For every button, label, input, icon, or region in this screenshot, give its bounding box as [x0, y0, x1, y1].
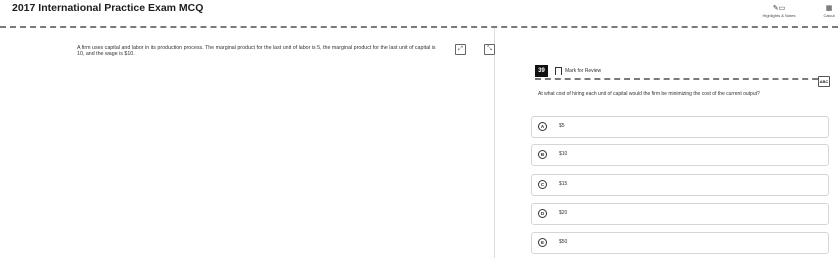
mark-for-review-label: Mark for Review: [565, 68, 602, 74]
choice-letter: B: [538, 150, 547, 159]
passage-pane: [0, 28, 494, 258]
calculator-label: Calcul: [823, 13, 835, 18]
answer-choice-d[interactable]: D $20: [531, 203, 829, 225]
choice-letter: C: [538, 180, 547, 189]
question-stem: At what cost of hiring each unit of capi…: [538, 91, 760, 97]
answer-choice-e[interactable]: E $50: [531, 232, 829, 254]
pane-divider[interactable]: [494, 28, 495, 258]
calculator-icon: ▦: [825, 5, 833, 12]
option-eliminator-button[interactable]: ABC: [818, 76, 830, 87]
calculator-button[interactable]: ▦ Calcul: [818, 5, 838, 18]
bookmark-icon: [555, 67, 562, 75]
choice-letter: A: [538, 122, 547, 131]
choice-letter: E: [538, 238, 547, 247]
expand-left-icon[interactable]: ⤢: [455, 44, 466, 55]
highlights-notes-label: Highlights & Notes: [762, 13, 796, 18]
exam-title: 2017 International Practice Exam MCQ: [12, 2, 204, 14]
choice-text: $50: [559, 239, 568, 245]
mark-for-review-button[interactable]: Mark for Review: [555, 66, 601, 76]
highlighter-icon: ✎▭: [772, 5, 786, 12]
highlights-notes-button[interactable]: ✎▭ Highlights & Notes: [757, 5, 801, 18]
expand-right-icon[interactable]: ⤡: [484, 44, 495, 55]
question-number: 39: [535, 65, 548, 77]
passage-text: A firm uses capital and labor in its pro…: [77, 45, 436, 58]
answer-choice-c[interactable]: C $15: [531, 174, 829, 196]
choice-text: $10: [559, 151, 568, 157]
choice-text: $5: [559, 123, 565, 129]
question-bar: 39 Mark for Review: [535, 65, 828, 80]
choice-text: $20: [559, 210, 568, 216]
choice-letter: D: [538, 209, 547, 218]
answer-choice-b[interactable]: B $10: [531, 144, 829, 166]
exam-header: 2017 International Practice Exam MCQ ✎▭ …: [0, 0, 838, 28]
choice-text: $15: [559, 181, 568, 187]
answer-choice-a[interactable]: A $5: [531, 116, 829, 138]
